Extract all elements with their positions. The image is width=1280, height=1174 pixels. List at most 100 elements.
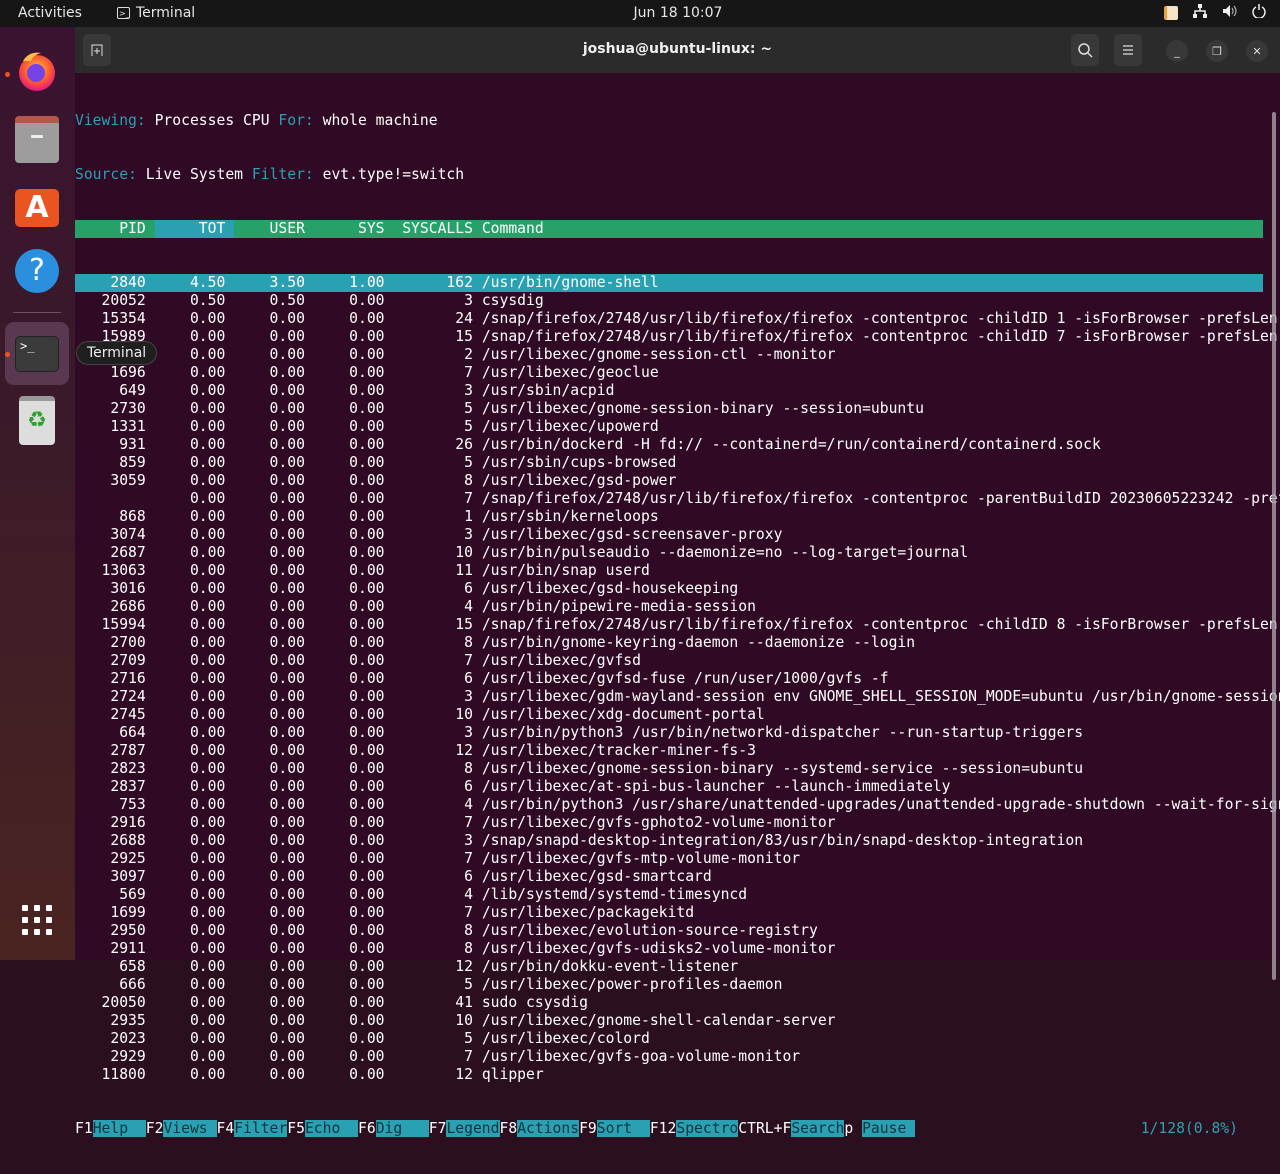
clock[interactable]: Jun 18 10:07: [0, 5, 1280, 21]
table-row[interactable]: 3097 0.00 0.00 0.00 6 /usr/libexec/gsd-s…: [75, 868, 1263, 886]
dock-item-firefox[interactable]: [14, 48, 60, 94]
dock-item-terminal[interactable]: >_: [14, 331, 60, 377]
dock-item-help[interactable]: ?: [14, 248, 60, 294]
column-header-command[interactable]: Command: [482, 220, 1280, 238]
clipboard-icon[interactable]: [1164, 6, 1178, 20]
table-row[interactable]: 666 0.00 0.00 0.00 5 /usr/libexec/power-…: [75, 976, 1263, 994]
cell-sys: 0.00: [313, 526, 394, 543]
cell-sys: 0.00: [313, 508, 394, 525]
cell-syscalls: 5: [393, 418, 482, 435]
cell-user: 0.00: [234, 832, 314, 849]
column-header-pid[interactable]: PID: [75, 220, 155, 238]
cell-syscalls: 41: [393, 994, 482, 1011]
table-row-selected[interactable]: 2840 4.50 3.50 1.00 162 /usr/bin/gnome-s…: [75, 274, 1263, 292]
table-row[interactable]: 2950 0.00 0.00 0.00 8 /usr/libexec/evolu…: [75, 922, 1263, 940]
fkey-button-echo[interactable]: Echo: [304, 1120, 358, 1137]
table-row[interactable]: 2700 0.00 0.00 0.00 8 /usr/bin/gnome-key…: [75, 634, 1263, 652]
table-row[interactable]: 2686 0.00 0.00 0.00 4 /usr/bin/pipewire-…: [75, 598, 1263, 616]
table-row[interactable]: 2688 0.00 0.00 0.00 3 /snap/snapd-deskto…: [75, 832, 1263, 850]
table-row[interactable]: 2911 0.00 0.00 0.00 8 /usr/libexec/gvfs-…: [75, 940, 1263, 958]
table-row[interactable]: 2929 0.00 0.00 0.00 7 /usr/libexec/gvfs-…: [75, 1048, 1263, 1066]
table-row[interactable]: 2745 0.00 0.00 0.00 10 /usr/libexec/xdg-…: [75, 706, 1263, 724]
table-row[interactable]: 649 0.00 0.00 0.00 3 /usr/sbin/acpid: [75, 382, 1263, 400]
table-row[interactable]: 15989 0.00 0.00 0.00 15 /snap/firefox/27…: [75, 328, 1278, 346]
table-row[interactable]: 2916 0.00 0.00 0.00 7 /usr/libexec/gvfs-…: [75, 814, 1263, 832]
table-row[interactable]: 2837 0.00 0.00 0.00 6 /usr/libexec/at-sp…: [75, 778, 1263, 796]
fkey-button-help[interactable]: Help: [92, 1120, 146, 1137]
table-row[interactable]: 1699 0.00 0.00 0.00 7 /usr/libexec/packa…: [75, 904, 1263, 922]
cell-syscalls: 15: [393, 616, 482, 633]
dock-item-software[interactable]: A: [14, 182, 60, 228]
table-row[interactable]: 20050 0.00 0.00 0.00 41 sudo csysdig: [75, 994, 1263, 1012]
cell-command: sudo csysdig: [481, 994, 588, 1011]
cell-syscalls: 5: [393, 454, 482, 471]
column-header-sys[interactable]: SYS: [314, 220, 394, 238]
fkey-button-filter[interactable]: Filter: [234, 1120, 288, 1137]
table-row[interactable]: 15994 0.00 0.00 0.00 15 /snap/firefox/27…: [75, 616, 1278, 634]
fkey-button-dig[interactable]: Dig: [375, 1120, 429, 1137]
scrollbar[interactable]: [1272, 112, 1276, 980]
table-row[interactable]: 20052 0.50 0.50 0.00 3 csysdig: [75, 292, 1263, 310]
table-row[interactable]: 0.00 0.00 0.00 7 /snap/firefox/2748/usr/…: [75, 490, 1280, 508]
table-row[interactable]: 2925 0.00 0.00 0.00 7 /usr/libexec/gvfs-…: [75, 850, 1263, 868]
maximize-button[interactable]: ❐: [1206, 40, 1228, 62]
table-row[interactable]: 569 0.00 0.00 0.00 4 /lib/systemd/system…: [75, 886, 1263, 904]
cell-syscalls: 4: [393, 796, 482, 813]
cell-sys: 0.00: [313, 796, 394, 813]
show-apps-button[interactable]: [14, 897, 60, 943]
table-row[interactable]: 2724 0.00 0.00 0.00 3 /usr/libexec/gdm-w…: [75, 688, 1280, 706]
cell-user: 0.00: [234, 454, 314, 471]
table-row[interactable]: 664 0.00 0.00 0.00 3 /usr/bin/python3 /u…: [75, 724, 1263, 742]
table-row[interactable]: 2709 0.00 0.00 0.00 7 /usr/libexec/gvfsd: [75, 652, 1263, 670]
cell-syscalls: 10: [393, 544, 482, 561]
table-row[interactable]: 11800 0.00 0.00 0.00 12 qlipper: [75, 1066, 1263, 1084]
search-button[interactable]: [1071, 34, 1099, 66]
table-row[interactable]: 2687 0.00 0.00 0.00 10 /usr/bin/pulseaud…: [75, 544, 1263, 562]
fkey-button-views[interactable]: Views: [163, 1120, 217, 1137]
table-row[interactable]: 3059 0.00 0.00 0.00 8 /usr/libexec/gsd-p…: [75, 472, 1263, 490]
table-row[interactable]: 859 0.00 0.00 0.00 5 /usr/sbin/cups-brow…: [75, 454, 1263, 472]
table-row[interactable]: 2787 0.00 0.00 0.00 12 /usr/libexec/trac…: [75, 742, 1263, 760]
fkey-button-spectro[interactable]: Spectro: [676, 1120, 739, 1137]
volume-icon[interactable]: [1222, 4, 1238, 22]
network-icon[interactable]: [1192, 4, 1208, 22]
table-row[interactable]: 2730 0.00 0.00 0.00 5 /usr/libexec/gnome…: [75, 400, 1263, 418]
menu-button[interactable]: [1114, 34, 1142, 66]
table-row[interactable]: 13063 0.00 0.00 0.00 11 /usr/bin/snap us…: [75, 562, 1263, 580]
column-header-tot[interactable]: TOT: [154, 220, 235, 238]
table-row[interactable]: 658 0.00 0.00 0.00 12 /usr/bin/dokku-eve…: [75, 958, 1263, 976]
table-row[interactable]: 1696 0.00 0.00 0.00 7 /usr/libexec/geocl…: [75, 364, 1263, 382]
close-button[interactable]: ✕: [1246, 40, 1268, 62]
system-tray[interactable]: [1164, 4, 1266, 22]
fkey-button-actions[interactable]: Actions: [517, 1120, 580, 1137]
table-row[interactable]: 3016 0.00 0.00 0.00 6 /usr/libexec/gsd-h…: [75, 580, 1263, 598]
minimize-button[interactable]: _: [1166, 40, 1188, 62]
table-row[interactable]: 753 0.00 0.00 0.00 4 /usr/bin/python3 /u…: [75, 796, 1280, 814]
table-row[interactable]: 2935 0.00 0.00 0.00 10 /usr/libexec/gnom…: [75, 1012, 1263, 1030]
table-row[interactable]: 2023 0.00 0.00 0.00 5 /usr/libexec/color…: [75, 1030, 1263, 1048]
table-row[interactable]: 3074 0.00 0.00 0.00 3 /usr/libexec/gsd-s…: [75, 526, 1263, 544]
fkey-button-sort[interactable]: Sort: [596, 1120, 650, 1137]
power-icon[interactable]: [1252, 4, 1266, 22]
dock-item-files[interactable]: [14, 115, 60, 163]
table-row[interactable]: 2823 0.00 0.00 0.00 8 /usr/libexec/gnome…: [75, 760, 1263, 778]
cell-sys: 0.00: [313, 634, 394, 651]
fkey-button-search[interactable]: Search: [791, 1120, 845, 1137]
table-row[interactable]: 2716 0.00 0.00 0.00 6 /usr/libexec/gvfsd…: [75, 670, 1263, 688]
column-header-syscalls[interactable]: SYSCALLS: [393, 220, 481, 238]
table-row[interactable]: 2808 0.00 0.00 0.00 2 /usr/libexec/gnome…: [75, 346, 1263, 364]
terminal-content[interactable]: Viewing: Processes CPU For: whole machin…: [75, 73, 1280, 1174]
fkey-button-pause[interactable]: Pause: [862, 1120, 916, 1137]
fkey-button-legend[interactable]: Legend: [446, 1120, 500, 1137]
table-row[interactable]: 1331 0.00 0.00 0.00 5 /usr/libexec/upowe…: [75, 418, 1263, 436]
table-row[interactable]: 931 0.00 0.00 0.00 26 /usr/bin/dockerd -…: [75, 436, 1263, 454]
cell-pid: [75, 490, 155, 508]
dock-item-trash[interactable]: ♻: [14, 395, 60, 445]
cell-command: /usr/libexec/xdg-document-portal: [481, 706, 765, 723]
dock-separator: [13, 312, 61, 313]
table-row[interactable]: 868 0.00 0.00 0.00 1 /usr/sbin/kerneloop…: [75, 508, 1263, 526]
cell-tot: 0.00: [154, 904, 235, 921]
table-row[interactable]: 15354 0.00 0.00 0.00 24 /snap/firefox/27…: [75, 310, 1278, 328]
cell-syscalls: 3: [393, 724, 482, 741]
column-header-user[interactable]: USER: [234, 220, 314, 238]
